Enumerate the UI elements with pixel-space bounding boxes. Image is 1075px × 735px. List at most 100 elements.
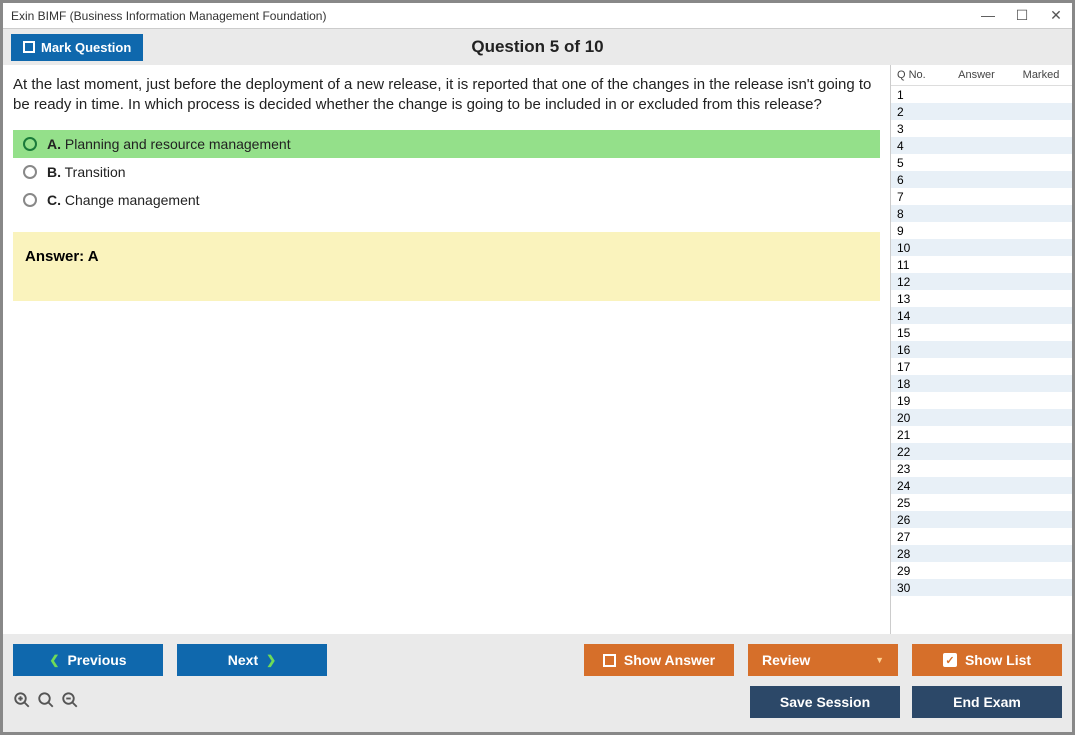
option-a[interactable]: A. Planning and resource management — [13, 130, 880, 158]
review-button[interactable]: Review ▼ — [748, 644, 898, 676]
question-row[interactable]: 16 — [891, 341, 1072, 358]
row-qno: 30 — [897, 581, 937, 595]
row-qno: 24 — [897, 479, 937, 493]
question-row[interactable]: 12 — [891, 273, 1072, 290]
question-row[interactable]: 6 — [891, 171, 1072, 188]
header-bar: Mark Question Question 5 of 10 — [3, 29, 1072, 65]
titlebar: Exin BIMF (Business Information Manageme… — [3, 3, 1072, 29]
row-qno: 21 — [897, 428, 937, 442]
minimize-icon[interactable]: — — [980, 7, 996, 24]
question-row[interactable]: 2 — [891, 103, 1072, 120]
option-b[interactable]: B. Transition — [13, 158, 880, 186]
next-button[interactable]: Next ❯ — [177, 644, 327, 676]
question-row[interactable]: 15 — [891, 324, 1072, 341]
col-answer: Answer — [937, 69, 1016, 81]
save-session-label: Save Session — [780, 694, 870, 710]
row-qno: 4 — [897, 139, 937, 153]
row-qno: 15 — [897, 326, 937, 340]
row-qno: 20 — [897, 411, 937, 425]
row-qno: 6 — [897, 173, 937, 187]
row-qno: 2 — [897, 105, 937, 119]
question-row[interactable]: 10 — [891, 239, 1072, 256]
previous-button[interactable]: ❮ Previous — [13, 644, 163, 676]
next-label: Next — [228, 652, 258, 668]
sidebar-header: Q No. Answer Marked — [891, 65, 1072, 86]
question-row[interactable]: 29 — [891, 562, 1072, 579]
footer-row-1: ❮ Previous Next ❯ Show Answer Review ▼ ✓… — [13, 644, 1062, 676]
question-row[interactable]: 23 — [891, 460, 1072, 477]
zoom-reset-icon[interactable] — [37, 691, 55, 714]
question-row[interactable]: 3 — [891, 120, 1072, 137]
zoom-in-icon[interactable] — [13, 691, 31, 714]
option-text: B. Transition — [47, 164, 126, 180]
radio-icon — [23, 193, 37, 207]
question-row[interactable]: 20 — [891, 409, 1072, 426]
end-exam-button[interactable]: End Exam — [912, 686, 1062, 718]
footer-row-2: Save Session End Exam — [13, 686, 1062, 718]
show-list-button[interactable]: ✓ Show List — [912, 644, 1062, 676]
option-text: C. Change management — [47, 192, 200, 208]
question-list-sidebar: Q No. Answer Marked 12345678910111213141… — [890, 65, 1072, 634]
question-row[interactable]: 11 — [891, 256, 1072, 273]
row-qno: 23 — [897, 462, 937, 476]
row-qno: 16 — [897, 343, 937, 357]
row-qno: 11 — [897, 258, 937, 272]
row-qno: 17 — [897, 360, 937, 374]
row-qno: 14 — [897, 309, 937, 323]
main-panel: At the last moment, just before the depl… — [3, 65, 890, 634]
question-row[interactable]: 19 — [891, 392, 1072, 409]
row-qno: 7 — [897, 190, 937, 204]
zoom-out-icon[interactable] — [61, 691, 79, 714]
window-controls: — ☐ ✕ — [980, 7, 1064, 24]
question-row[interactable]: 1 — [891, 86, 1072, 103]
review-label: Review — [762, 652, 810, 668]
question-row[interactable]: 5 — [891, 154, 1072, 171]
col-marked: Marked — [1016, 69, 1066, 81]
question-row[interactable]: 9 — [891, 222, 1072, 239]
question-row[interactable]: 24 — [891, 477, 1072, 494]
question-row[interactable]: 8 — [891, 205, 1072, 222]
question-counter: Question 5 of 10 — [471, 37, 603, 57]
row-qno: 5 — [897, 156, 937, 170]
question-row[interactable]: 13 — [891, 290, 1072, 307]
row-qno: 12 — [897, 275, 937, 289]
previous-label: Previous — [67, 652, 126, 668]
save-session-button[interactable]: Save Session — [750, 686, 900, 718]
question-row[interactable]: 28 — [891, 545, 1072, 562]
option-text: A. Planning and resource management — [47, 136, 291, 152]
question-row[interactable]: 7 — [891, 188, 1072, 205]
question-row[interactable]: 25 — [891, 494, 1072, 511]
app-window: Exin BIMF (Business Information Manageme… — [0, 0, 1075, 735]
row-qno: 27 — [897, 530, 937, 544]
options-list: A. Planning and resource management B. Tr… — [13, 130, 880, 214]
row-qno: 13 — [897, 292, 937, 306]
footer: ❮ Previous Next ❯ Show Answer Review ▼ ✓… — [3, 634, 1072, 732]
show-answer-button[interactable]: Show Answer — [584, 644, 734, 676]
question-row[interactable]: 27 — [891, 528, 1072, 545]
question-row[interactable]: 21 — [891, 426, 1072, 443]
row-qno: 22 — [897, 445, 937, 459]
checked-icon: ✓ — [943, 653, 957, 667]
window-title: Exin BIMF (Business Information Manageme… — [11, 9, 326, 23]
option-c[interactable]: C. Change management — [13, 186, 880, 214]
question-row[interactable]: 4 — [891, 137, 1072, 154]
question-row[interactable]: 26 — [891, 511, 1072, 528]
close-icon[interactable]: ✕ — [1048, 7, 1064, 24]
sidebar-rows[interactable]: 1234567891011121314151617181920212223242… — [891, 86, 1072, 634]
checkbox-icon — [603, 654, 616, 667]
question-row[interactable]: 30 — [891, 579, 1072, 596]
question-row[interactable]: 18 — [891, 375, 1072, 392]
row-qno: 26 — [897, 513, 937, 527]
question-row[interactable]: 22 — [891, 443, 1072, 460]
checkbox-icon — [23, 41, 35, 53]
show-answer-label: Show Answer — [624, 652, 715, 668]
question-row[interactable]: 14 — [891, 307, 1072, 324]
answer-box: Answer: A — [13, 232, 880, 301]
col-qno: Q No. — [897, 69, 937, 81]
question-row[interactable]: 17 — [891, 358, 1072, 375]
chevron-down-icon: ▼ — [875, 655, 884, 665]
maximize-icon[interactable]: ☐ — [1014, 7, 1030, 24]
show-list-label: Show List — [965, 652, 1031, 668]
mark-question-button[interactable]: Mark Question — [11, 34, 143, 61]
row-qno: 8 — [897, 207, 937, 221]
